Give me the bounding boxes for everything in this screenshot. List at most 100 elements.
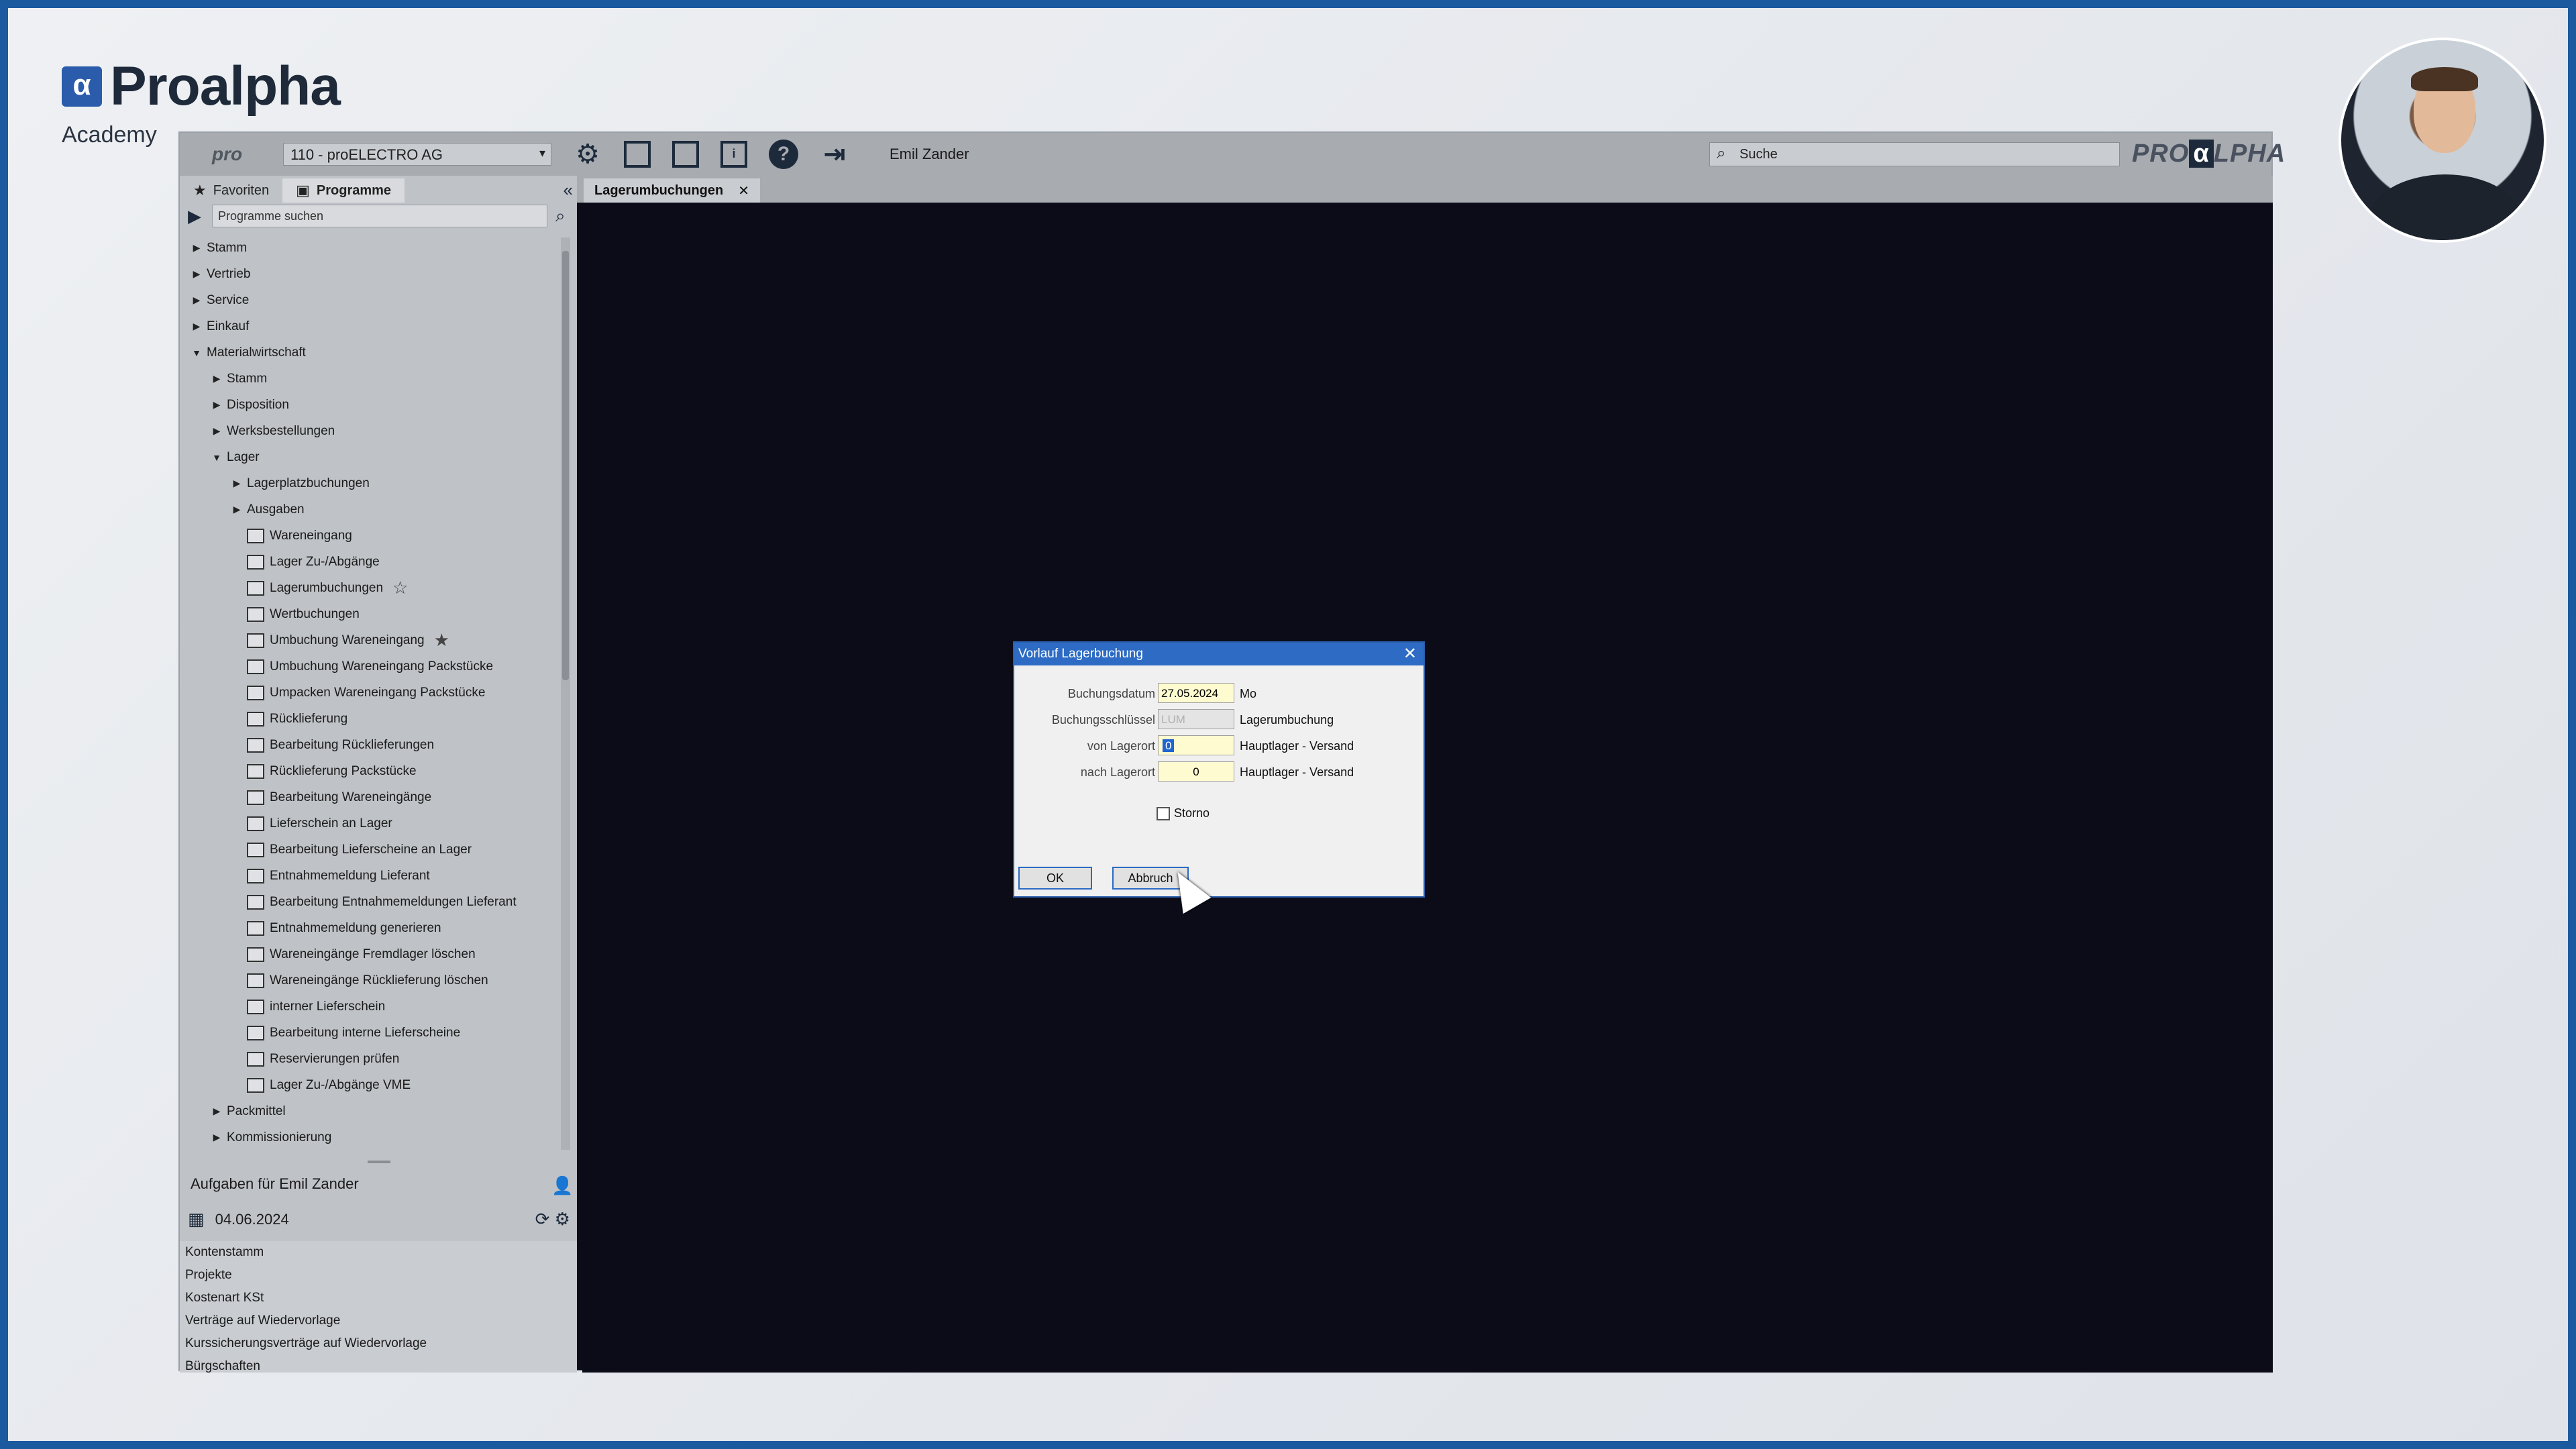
tree-item[interactable]: ▶ Packmittel	[180, 1098, 568, 1124]
tree-item[interactable]: Lagerumbuchungen ☆	[180, 575, 568, 601]
program-icon	[247, 868, 264, 883]
tab-favoriten[interactable]: ★ Favoriten	[180, 178, 282, 203]
nach-lagerort-desc: Hauptlager - Versand	[1240, 765, 1354, 779]
chevron-down-icon[interactable]: ▼	[207, 452, 227, 463]
task-item[interactable]: Kontenstamm	[180, 1241, 577, 1264]
ok-button[interactable]: OK	[1018, 867, 1092, 890]
checkbox-box[interactable]	[1157, 806, 1170, 820]
program-search-input[interactable]: Programme suchen	[212, 205, 547, 227]
gear-icon[interactable]: ⚙	[573, 140, 602, 169]
grid-layout-icon[interactable]	[672, 141, 699, 168]
proalpha-brand-logo: PRO α LPHA	[2132, 140, 2286, 168]
company-select[interactable]: 110 - proELECTRO AG ▾	[283, 143, 551, 166]
tree-item-label: Entnahmemeldung generieren	[270, 920, 441, 935]
task-item[interactable]: Verträge auf Wiedervorlage	[180, 1309, 577, 1332]
tree-item[interactable]: ▶ Stamm	[180, 366, 568, 392]
tab-programme[interactable]: ▣ Programme	[282, 178, 405, 203]
program-icon	[247, 633, 264, 648]
logout-icon[interactable]: ⇥	[820, 140, 849, 169]
chevron-right-icon[interactable]: ▶	[207, 1106, 227, 1117]
tree-item-label: Lager Zu-/Abgänge	[270, 554, 380, 569]
chevron-right-icon[interactable]: ▶	[207, 425, 227, 437]
task-item[interactable]: Kurssicherungsverträge auf Wiedervorlage	[180, 1332, 577, 1355]
tab-lagerumbuchungen[interactable]: Lagerumbuchungen ✕	[584, 178, 760, 203]
chevron-right-icon[interactable]: ▶	[186, 242, 207, 254]
refresh-settings-icons[interactable]: ⟳ ⚙	[535, 1209, 570, 1230]
tree-item[interactable]: ▶ Stamm	[180, 235, 568, 261]
tree-item[interactable]: ▶ Disposition	[180, 392, 568, 418]
buchungsdatum-weekday: Mo	[1240, 687, 1257, 700]
chevron-right-icon[interactable]: ▶	[227, 478, 247, 489]
chevron-right-icon[interactable]: ▶	[207, 399, 227, 411]
tree-scrollbar[interactable]	[561, 237, 570, 1150]
tree-item[interactable]: Bearbeitung Wareneingänge	[180, 784, 568, 810]
brand-right: LPHA	[2213, 140, 2286, 168]
tree-item[interactable]: ▶ Einkauf	[180, 313, 568, 339]
close-icon[interactable]: ✕	[738, 182, 749, 199]
info-icon[interactable]: i	[720, 141, 747, 168]
tree-item[interactable]: ▶ Werksbestellungen	[180, 418, 568, 444]
tree-item[interactable]: Bearbeitung Entnahmemeldungen Lieferant	[180, 889, 568, 915]
programs-icon: ▣	[296, 182, 310, 199]
resize-handle[interactable]	[368, 1161, 390, 1163]
tree-item[interactable]: Umpacken Wareneingang Packstücke	[180, 680, 568, 706]
tree-item[interactable]: ▶ Ausgaben	[180, 496, 568, 523]
von-lagerort-value: 0	[1163, 739, 1175, 752]
tree-item[interactable]: Bearbeitung Lieferscheine an Lager	[180, 837, 568, 863]
tree-item[interactable]: ▶ Kommissionierung	[180, 1124, 568, 1150]
tree-item[interactable]: Lieferschein an Lager	[180, 810, 568, 837]
tree-item[interactable]: Umbuchung Wareneingang Packstücke	[180, 653, 568, 680]
tree-item[interactable]: Wareneingänge Fremdlager löschen	[180, 941, 568, 967]
chevron-right-icon[interactable]: ▶	[207, 1132, 227, 1143]
tree-scrollbar-thumb[interactable]	[562, 251, 569, 680]
tree-item-label: Bearbeitung Lieferscheine an Lager	[270, 842, 472, 857]
chevron-down-icon[interactable]: ▼	[186, 347, 207, 358]
chevron-right-icon[interactable]: ▶	[186, 294, 207, 306]
tree-item[interactable]: Entnahmemeldung generieren	[180, 915, 568, 941]
tree-item[interactable]: Bearbeitung interne Lieferscheine	[180, 1020, 568, 1046]
tree-item[interactable]: Bearbeitung Rücklieferungen	[180, 732, 568, 758]
brand-alpha: α	[2189, 140, 2214, 168]
tree-item[interactable]: Wertbuchungen	[180, 601, 568, 627]
tree-item[interactable]: ▶ Service	[180, 287, 568, 313]
buchungsdatum-field[interactable]: 27.05.2024	[1158, 683, 1234, 703]
favorite-star-icon[interactable]: ★	[434, 630, 449, 651]
tree-item[interactable]: Reservierungen prüfen	[180, 1046, 568, 1072]
chevron-right-icon[interactable]: ▶	[186, 268, 207, 280]
panel-layout-icon[interactable]	[624, 141, 651, 168]
collapse-panel-icon[interactable]: «	[564, 180, 573, 201]
tree-item[interactable]: Wareneingang	[180, 523, 568, 549]
tree-item[interactable]: ▶ Vertrieb	[180, 261, 568, 287]
task-item[interactable]: Bürgschaften	[180, 1355, 577, 1373]
task-item[interactable]: Kostenart KSt	[180, 1287, 577, 1309]
chevron-right-icon[interactable]: ▶	[227, 504, 247, 515]
tree-item[interactable]: Rücklieferung Packstücke	[180, 758, 568, 784]
tree-item[interactable]: Rücklieferung	[180, 706, 568, 732]
tree-item[interactable]: ▶ Lagerplatzbuchungen	[180, 470, 568, 496]
tree-item[interactable]: ▼ Lager	[180, 444, 568, 470]
global-search-input[interactable]: ⌕ Suche	[1709, 142, 2120, 166]
close-icon[interactable]: ✕	[1403, 644, 1417, 663]
tree-item[interactable]: Wareneingänge Rücklieferung löschen	[180, 967, 568, 994]
tree-item[interactable]: Lager Zu-/Abgänge VME	[180, 1072, 568, 1098]
tree-item[interactable]: ▼ Materialwirtschaft	[180, 339, 568, 366]
tree-item-label: Entnahmemeldung Lieferant	[270, 868, 430, 883]
storno-checkbox[interactable]: Storno	[1157, 806, 1210, 820]
tree-item[interactable]: Umbuchung Wareneingang ★	[180, 627, 568, 653]
user-icon[interactable]: 👤	[551, 1175, 573, 1196]
help-icon[interactable]: ?	[769, 140, 798, 169]
nach-lagerort-field[interactable]: 0	[1158, 761, 1234, 782]
favorite-star-icon[interactable]: ☆	[392, 578, 408, 598]
tree-item[interactable]: Lager Zu-/Abgänge	[180, 549, 568, 575]
chevron-right-icon[interactable]: ▶	[186, 321, 207, 332]
tree-item[interactable]: Entnahmemeldung Lieferant	[180, 863, 568, 889]
task-item[interactable]: Projekte	[180, 1264, 577, 1287]
search-icon[interactable]: ⌕	[555, 205, 566, 227]
tree-item[interactable]: interner Lieferschein	[180, 994, 568, 1020]
buchungsschluessel-desc: Lagerumbuchung	[1240, 713, 1334, 727]
tree-item-label: Materialwirtschaft	[207, 345, 306, 360]
chevron-right-icon[interactable]: ▶	[207, 373, 227, 384]
calendar-icon[interactable]: ▦	[188, 1209, 205, 1230]
von-lagerort-field[interactable]: 0	[1158, 735, 1234, 755]
play-icon[interactable]: ▶	[188, 206, 201, 227]
